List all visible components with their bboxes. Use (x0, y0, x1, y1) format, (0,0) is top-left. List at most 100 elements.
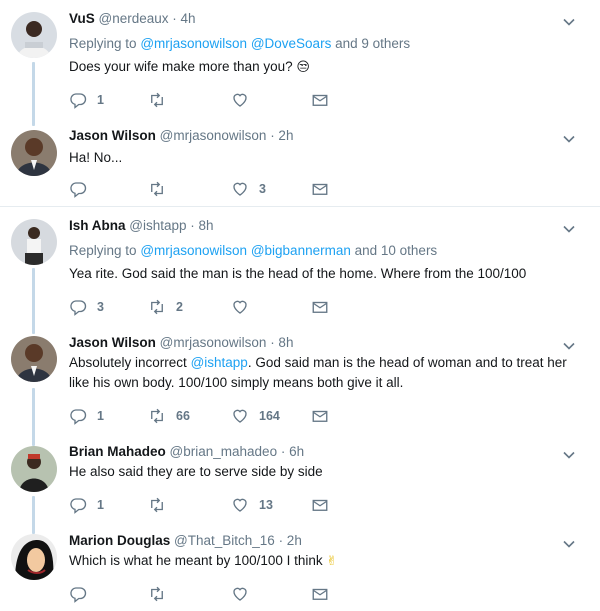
reply-count: 1 (97, 93, 104, 107)
tweet-text: Which is what he meant by 100/100 I thin… (69, 553, 323, 568)
like-icon (231, 298, 249, 316)
user-handle[interactable]: @ishtapp (129, 218, 186, 233)
avatar[interactable] (11, 446, 57, 492)
tweet-thread: VuS @nerdeaux · 4h Replying to @mrjasono… (0, 0, 600, 611)
user-handle[interactable]: @mrjasonowilson (160, 128, 267, 143)
reply-button[interactable] (69, 179, 97, 199)
timestamp[interactable]: · 6h (281, 444, 304, 459)
retweet-button[interactable]: 66 (148, 406, 190, 426)
display-name[interactable]: Jason Wilson (69, 335, 156, 350)
chevron-down-icon[interactable] (562, 339, 576, 353)
thread-connector (32, 496, 35, 534)
tweet-text: Absolutely incorrect (69, 355, 191, 370)
reply-button[interactable]: 1 (69, 90, 104, 110)
reply-count: 1 (97, 498, 104, 512)
like-button[interactable]: 3 (231, 179, 266, 199)
chevron-down-icon[interactable] (562, 448, 576, 462)
mention-link[interactable]: @mrjasonowilson (140, 243, 247, 258)
thread-connector (32, 268, 35, 334)
reply-button[interactable] (69, 584, 97, 604)
user-handle[interactable]: @mrjasonowilson (160, 335, 267, 350)
avatar[interactable] (11, 130, 57, 176)
display-name[interactable]: Brian Mahadeo (69, 444, 166, 459)
direct-message-button[interactable] (311, 406, 329, 426)
direct-message-button[interactable] (311, 179, 329, 199)
display-name[interactable]: Ish Abna (69, 218, 126, 233)
reply-icon (69, 407, 87, 425)
like-count: 13 (259, 498, 273, 512)
display-name[interactable]: Jason Wilson (69, 128, 156, 143)
like-count: 3 (259, 182, 266, 196)
like-button[interactable]: 164 (231, 406, 280, 426)
avatar[interactable] (11, 534, 57, 580)
direct-message-button[interactable] (311, 90, 329, 110)
timestamp[interactable]: · 2h (270, 128, 293, 143)
retweet-button[interactable]: 2 (148, 297, 183, 317)
direct-message-icon (311, 407, 329, 425)
direct-message-icon (311, 298, 329, 316)
others-link[interactable]: and 10 others (355, 243, 438, 258)
reply-button[interactable]: 3 (69, 297, 104, 317)
retweet-button[interactable] (148, 584, 176, 604)
user-handle[interactable]: @That_Bitch_16 (174, 533, 275, 548)
direct-message-button[interactable] (311, 495, 329, 515)
thread-connector (32, 388, 35, 446)
avatar[interactable] (11, 12, 57, 58)
avatar[interactable] (11, 219, 57, 265)
like-icon (231, 407, 249, 425)
like-icon (231, 496, 249, 514)
direct-message-icon (311, 496, 329, 514)
mention-link[interactable]: @ishtapp (191, 355, 248, 370)
like-icon (231, 180, 249, 198)
emoji: ✌ (326, 553, 338, 568)
direct-message-button[interactable] (311, 297, 329, 317)
retweet-icon (148, 407, 166, 425)
chevron-down-icon[interactable] (562, 537, 576, 551)
chevron-down-icon[interactable] (562, 222, 576, 236)
timestamp[interactable]: · 4h (172, 11, 195, 26)
reply-icon (69, 585, 87, 603)
user-handle[interactable]: @brian_mahadeo (170, 444, 278, 459)
replying-to-label: Replying to (69, 243, 137, 258)
reply-icon (69, 496, 87, 514)
replying-to-label: Replying to (69, 36, 137, 51)
display-name[interactable]: VuS (69, 11, 95, 26)
retweet-button[interactable] (148, 495, 176, 515)
thread-connector (32, 62, 35, 126)
like-button[interactable]: 13 (231, 495, 273, 515)
thread-divider (0, 206, 600, 207)
tweet-text: He also said they are to serve side by s… (69, 464, 323, 479)
display-name[interactable]: Marion Douglas (69, 533, 170, 548)
mention-link[interactable]: @DoveSoars (251, 36, 332, 51)
avatar[interactable] (11, 336, 57, 382)
like-button[interactable] (231, 297, 259, 317)
mention-link[interactable]: @bigbannerman (251, 243, 351, 258)
like-icon (231, 585, 249, 603)
retweet-icon (148, 91, 166, 109)
reply-count: 3 (97, 300, 104, 314)
retweet-icon (148, 585, 166, 603)
like-count: 164 (259, 409, 280, 423)
timestamp[interactable]: · 8h (190, 218, 213, 233)
like-icon (231, 91, 249, 109)
direct-message-icon (311, 585, 329, 603)
user-handle[interactable]: @nerdeaux (99, 11, 169, 26)
direct-message-button[interactable] (311, 584, 329, 604)
retweet-icon (148, 298, 166, 316)
retweet-button[interactable] (148, 90, 176, 110)
retweet-count: 2 (176, 300, 183, 314)
reply-icon (69, 91, 87, 109)
mention-link[interactable]: @mrjasonowilson (140, 36, 247, 51)
chevron-down-icon[interactable] (562, 132, 576, 146)
timestamp[interactable]: · 8h (270, 335, 293, 350)
reply-button[interactable]: 1 (69, 495, 104, 515)
others-link[interactable]: and 9 others (335, 36, 410, 51)
timestamp[interactable]: · 2h (279, 533, 302, 548)
chevron-down-icon[interactable] (562, 15, 576, 29)
reply-button[interactable]: 1 (69, 406, 104, 426)
retweet-icon (148, 496, 166, 514)
retweet-icon (148, 180, 166, 198)
retweet-button[interactable] (148, 179, 176, 199)
like-button[interactable] (231, 90, 259, 110)
like-button[interactable] (231, 584, 259, 604)
